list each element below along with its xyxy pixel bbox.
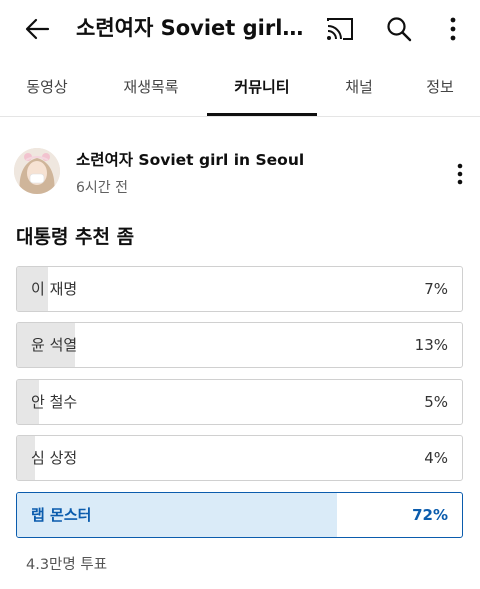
tabs-divider (0, 116, 480, 117)
more-vert-icon (457, 163, 463, 185)
poll-option[interactable]: 이 재명 7% (16, 266, 463, 312)
channel-tabs: 동영상 재생목록 커뮤니티 채널 정보 (0, 62, 480, 116)
channel-title: 소련여자 Soviet girl in Seoul (76, 16, 308, 40)
poll-option-label: 이 재명 (31, 280, 78, 298)
tab-videos[interactable]: 동영상 (8, 62, 86, 116)
poll-option-percent: 7% (424, 280, 448, 298)
vote-count: 4.3만명 투표 (26, 557, 108, 573)
poll-option-label: 랩 몬스터 (31, 506, 92, 524)
tab-about[interactable]: 정보 (410, 62, 470, 116)
poll-question: 대통령 추천 좀 (16, 226, 135, 248)
poll-option-label: 안 철수 (31, 393, 78, 411)
back-arrow-icon (25, 18, 50, 40)
poll-option-percent: 5% (424, 393, 448, 411)
poll-option-percent: 13% (414, 336, 448, 354)
poll-option[interactable]: 심 상정 4% (16, 435, 463, 481)
post-more-button[interactable] (444, 158, 476, 190)
poll-option[interactable]: 안 철수 5% (16, 379, 463, 425)
back-button[interactable] (20, 12, 54, 46)
search-icon (387, 17, 412, 42)
tab-playlists[interactable]: 재생목록 (106, 62, 196, 116)
poll-option-selected[interactable]: 랩 몬스터 72% (16, 492, 463, 538)
more-vert-icon (450, 17, 456, 41)
post-author[interactable]: 소련여자 Soviet girl in Seoul (76, 148, 304, 170)
post-time: 6시간 전 (76, 180, 128, 196)
cast-button[interactable] (323, 12, 357, 46)
top-app-bar: 소련여자 Soviet girl in Seoul (0, 0, 480, 58)
tab-channels[interactable]: 채널 (328, 62, 390, 116)
poll-option-label: 심 상정 (31, 449, 78, 467)
avatar-image (14, 148, 60, 194)
more-options-button[interactable] (436, 12, 470, 46)
cast-icon (327, 18, 353, 40)
poll-option-percent: 72% (412, 506, 448, 524)
search-button[interactable] (382, 12, 416, 46)
poll-option-label: 윤 석열 (31, 336, 78, 354)
poll-option-percent: 4% (424, 449, 448, 467)
tab-community[interactable]: 커뮤니티 (207, 62, 317, 116)
avatar[interactable] (14, 148, 60, 194)
poll-option[interactable]: 윤 석열 13% (16, 322, 463, 368)
